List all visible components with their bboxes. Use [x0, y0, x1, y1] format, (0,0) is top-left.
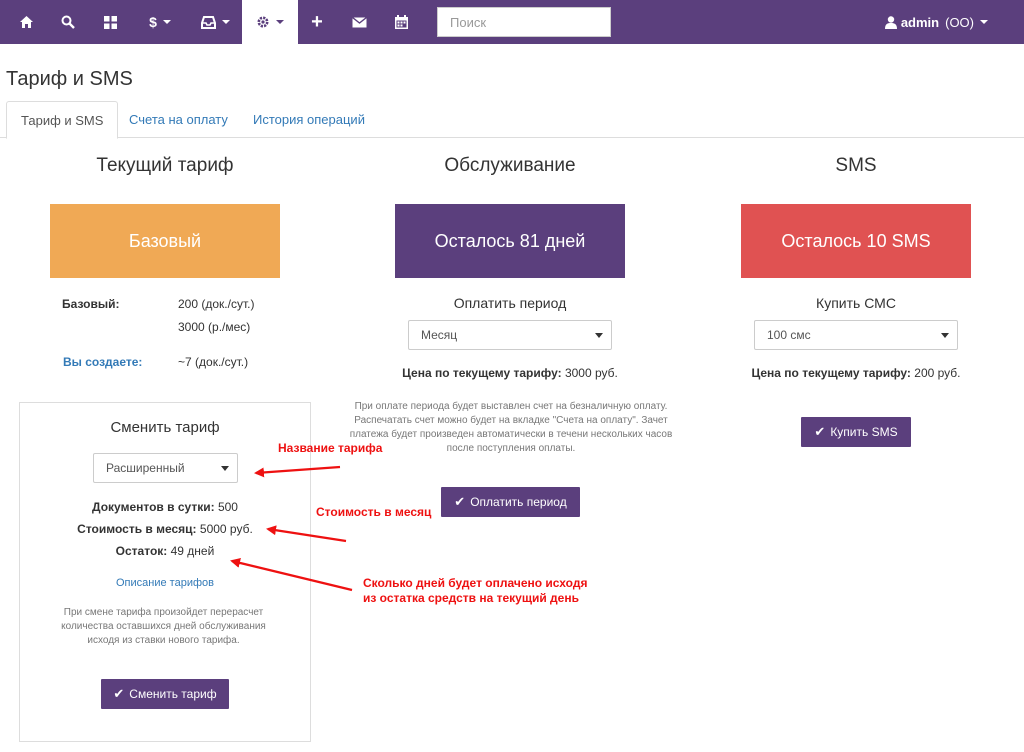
docs-per-day: Документов в сутки: 500	[19, 500, 311, 514]
grid-icon[interactable]	[94, 0, 126, 44]
annotation-tariff-name: Название тарифа	[278, 441, 383, 455]
user-name: admin	[900, 14, 940, 30]
sms-box: Осталось 10 SMS	[741, 204, 971, 278]
buy-sms-title: Купить СМС	[816, 295, 896, 311]
service-title: Обслуживание	[444, 155, 576, 176]
period-select[interactable]: Месяц	[408, 320, 612, 350]
tab-history[interactable]: История операций	[239, 101, 379, 138]
change-tariff-button[interactable]: ✔ Сменить тариф	[101, 679, 229, 709]
change-tariff-note: При смене тарифа произойдет перерасчет к…	[61, 607, 266, 646]
pay-period-button-label: Оплатить период	[470, 495, 567, 509]
creating-value: ~7 (док./сут.)	[178, 355, 249, 369]
remaining-days-value: 49 дней	[170, 544, 215, 558]
chevron-down-icon	[221, 20, 230, 24]
creating-label: Вы создаете:	[63, 355, 143, 369]
chevron-down-icon	[595, 333, 603, 338]
page-title: Тариф и SMS	[6, 68, 133, 90]
check-icon: ✔	[454, 494, 466, 509]
sms-select-value: 100 смс	[767, 328, 811, 342]
buy-sms-button[interactable]: ✔ Купить SMS	[801, 417, 911, 447]
change-tariff-title: Сменить тариф	[110, 419, 220, 436]
dollar-menu[interactable]: $	[140, 0, 180, 44]
sms-title: SMS	[835, 155, 877, 176]
service-payment-note: При оплате периода будет выставлен счет …	[349, 401, 673, 454]
user-menu[interactable]: admin (ОО)	[884, 0, 988, 44]
annotation-monthly-cost: Стоимость в месяц	[316, 505, 432, 519]
tariff-description-link[interactable]: Описание тарифов	[19, 577, 311, 589]
plus-icon[interactable]: +	[302, 0, 332, 44]
envelope-icon[interactable]	[344, 0, 374, 44]
user-icon	[884, 15, 897, 29]
dollar-icon: $	[149, 14, 157, 30]
plan-label: Базовый:	[62, 297, 120, 311]
sms-price-label: Цена по текущему тарифу:	[751, 366, 911, 380]
check-icon: ✔	[113, 686, 125, 701]
tariff-select[interactable]: Расширенный	[93, 453, 238, 483]
chevron-down-icon	[221, 466, 229, 471]
remaining-days: Остаток: 49 дней	[19, 544, 311, 558]
annotation-days-line2: из остатка средств на текущий день	[363, 591, 579, 605]
top-navbar: $ + admin (ОО)	[0, 0, 1024, 44]
inbox-icon	[200, 15, 216, 29]
search-input[interactable]	[437, 7, 611, 37]
service-price: Цена по текущему тарифу: 3000 руб.	[365, 366, 655, 380]
chevron-down-icon	[980, 20, 988, 24]
inbox-menu[interactable]	[192, 0, 238, 44]
tariff-box: Базовый	[50, 204, 280, 278]
chevron-down-icon	[941, 333, 949, 338]
cost-per-month: Стоимость в месяц: 5000 руб.	[19, 522, 311, 536]
chevron-down-icon	[162, 20, 171, 24]
search-icon[interactable]	[52, 0, 84, 44]
chevron-down-icon	[276, 20, 284, 24]
home-icon[interactable]	[10, 0, 42, 44]
remaining-days-label: Остаток:	[115, 544, 168, 558]
change-tariff-button-label: Сменить тариф	[129, 687, 217, 701]
plan-docs: 200 (док./сут.)	[178, 297, 255, 311]
tariff-title: Текущий тариф	[96, 155, 234, 176]
tariff-select-value: Расширенный	[106, 461, 185, 475]
tabs-bar: Тариф и SMS Счета на оплату История опер…	[0, 101, 1024, 139]
docs-per-day-value: 500	[217, 500, 238, 514]
service-box: Осталось 81 дней	[395, 204, 625, 278]
gear-icon	[257, 16, 269, 28]
pay-period-button[interactable]: ✔ Оплатить период	[441, 487, 580, 517]
plan-price: 3000 (р./мес)	[178, 320, 251, 334]
tab-tariff-sms[interactable]: Тариф и SMS	[6, 101, 119, 139]
sms-select[interactable]: 100 смс	[754, 320, 958, 350]
check-icon: ✔	[814, 424, 826, 439]
settings-menu[interactable]	[242, 0, 298, 44]
docs-per-day-label: Документов в сутки:	[92, 500, 215, 514]
user-org: (ОО)	[945, 14, 974, 30]
service-price-value: 3000 руб.	[564, 366, 618, 380]
tab-invoices[interactable]: Счета на оплату	[115, 101, 242, 138]
buy-sms-button-label: Купить SMS	[830, 425, 898, 439]
cost-per-month-value: 5000 руб.	[199, 522, 253, 536]
pay-period-title: Оплатить период	[453, 295, 567, 311]
cost-per-month-label: Стоимость в месяц:	[77, 522, 197, 536]
sms-price: Цена по текущему тарифу: 200 руб.	[711, 366, 1001, 380]
calendar-icon[interactable]	[386, 0, 416, 44]
annotation-days-line1: Сколько дней будет оплачено исходя	[363, 576, 588, 590]
sms-price-value: 200 руб.	[914, 366, 961, 380]
period-select-value: Месяц	[421, 328, 458, 342]
service-price-label: Цена по текущему тарифу:	[402, 366, 562, 380]
